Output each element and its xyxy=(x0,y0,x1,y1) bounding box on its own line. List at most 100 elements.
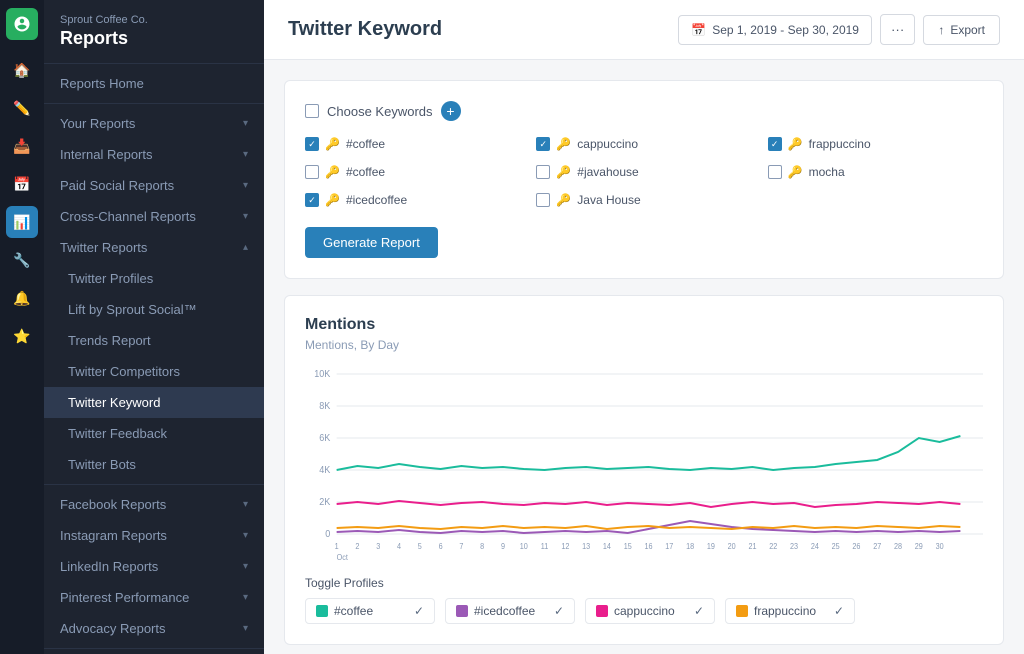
key-icon: 🔑 xyxy=(556,137,571,151)
toggle-coffee[interactable]: #coffee ✓ xyxy=(305,598,435,624)
svg-text:21: 21 xyxy=(748,542,756,551)
date-range-text: Sep 1, 2019 - Sep 30, 2019 xyxy=(712,23,859,37)
keyword-checkbox[interactable] xyxy=(536,137,550,151)
svg-text:23: 23 xyxy=(790,542,798,551)
svg-text:11: 11 xyxy=(541,542,548,551)
sidebar-item-instagram-reports[interactable]: Instagram Reports ▾ xyxy=(44,520,264,551)
sidebar-item-paid-social[interactable]: Paid Social Reports ▾ xyxy=(44,170,264,201)
keyword-header: Choose Keywords + xyxy=(305,101,983,121)
chevron-down-icon: ▾ xyxy=(243,118,248,129)
sidebar-item-reports-home[interactable]: Reports Home xyxy=(44,68,264,99)
keyword-label: mocha xyxy=(809,165,845,179)
sidebar-header: Sprout Coffee Co. Reports xyxy=(44,0,264,64)
svg-text:18: 18 xyxy=(686,542,694,551)
svg-text:2: 2 xyxy=(355,542,359,551)
divider xyxy=(44,484,264,485)
chevron-down-icon: ▾ xyxy=(243,180,248,191)
reports-icon[interactable]: 📊 xyxy=(6,206,38,238)
key-icon: 🔑 xyxy=(325,165,340,179)
sidebar-item-pinterest[interactable]: Pinterest Performance ▾ xyxy=(44,582,264,613)
toggle-color-cappuccino xyxy=(596,605,608,617)
svg-text:3: 3 xyxy=(376,542,380,551)
mentions-chart: 10K 8K 6K 4K 2K 0 1 2 xyxy=(305,364,983,564)
sidebar-item-twitter-profiles[interactable]: Twitter Profiles xyxy=(44,263,264,294)
home-icon[interactable]: 🏠 xyxy=(6,54,38,86)
keyword-checkbox[interactable] xyxy=(305,193,319,207)
export-button[interactable]: ↑ Export xyxy=(923,15,1000,45)
svg-text:0: 0 xyxy=(325,529,330,541)
sidebar-item-your-reports[interactable]: Your Reports ▾ xyxy=(44,108,264,139)
sidebar-item-twitter-reports[interactable]: Twitter Reports ▴ xyxy=(44,232,264,263)
keyword-checkbox[interactable] xyxy=(768,137,782,151)
sidebar-item-lift-sprout[interactable]: Lift by Sprout Social™ xyxy=(44,294,264,325)
svg-text:4K: 4K xyxy=(319,465,331,477)
date-range-button[interactable]: 📅 Sep 1, 2019 - Sep 30, 2019 xyxy=(678,15,872,45)
keyword-checkbox[interactable] xyxy=(305,165,319,179)
chevron-down-icon: ▾ xyxy=(243,561,248,572)
svg-text:26: 26 xyxy=(852,542,860,551)
listening-icon[interactable]: 🔔 xyxy=(6,282,38,314)
svg-text:25: 25 xyxy=(832,542,840,551)
export-label: Export xyxy=(950,23,985,37)
sidebar-item-advocacy[interactable]: Advocacy Reports ▾ xyxy=(44,613,264,644)
keyword-label: #icedcoffee xyxy=(346,193,407,207)
sidebar-item-facebook-reports[interactable]: Facebook Reports ▾ xyxy=(44,489,264,520)
publish-icon[interactable]: 📅 xyxy=(6,168,38,200)
more-options-button[interactable]: ··· xyxy=(880,14,915,45)
sidebar-item-twitter-keyword[interactable]: Twitter Keyword xyxy=(44,387,264,418)
svg-text:Oct: Oct xyxy=(337,553,349,562)
generate-report-button[interactable]: Generate Report xyxy=(305,227,438,258)
keyword-item: 🔑 mocha xyxy=(768,161,983,183)
key-icon: 🔑 xyxy=(788,137,803,151)
svg-text:15: 15 xyxy=(624,542,632,551)
toggle-color-coffee xyxy=(316,605,328,617)
key-icon: 🔑 xyxy=(325,137,340,151)
toggle-label-cappuccino: cappuccino xyxy=(614,604,675,618)
tasks-icon[interactable]: 🔧 xyxy=(6,244,38,276)
chevron-down-icon: ▾ xyxy=(243,623,248,634)
sidebar-item-cross-channel[interactable]: Cross-Channel Reports ▾ xyxy=(44,201,264,232)
svg-text:17: 17 xyxy=(665,542,673,551)
keyword-checkbox[interactable] xyxy=(305,137,319,151)
svg-text:24: 24 xyxy=(811,542,820,551)
ellipsis-icon: ··· xyxy=(891,22,904,37)
svg-text:2K: 2K xyxy=(319,497,331,509)
calendar-icon: 📅 xyxy=(691,23,706,37)
sidebar-item-twitter-bots[interactable]: Twitter Bots xyxy=(44,449,264,480)
toggle-profiles-label: Toggle Profiles xyxy=(305,576,983,590)
toggle-icedcoffee[interactable]: #icedcoffee ✓ xyxy=(445,598,575,624)
sidebar-item-internal-reports[interactable]: Internal Reports ▾ xyxy=(44,139,264,170)
sidebar-title: Reports xyxy=(60,28,248,49)
svg-text:13: 13 xyxy=(582,542,590,551)
sidebar-item-linkedin-reports[interactable]: LinkedIn Reports ▾ xyxy=(44,551,264,582)
svg-text:16: 16 xyxy=(645,542,653,551)
compose-icon[interactable]: ✏️ xyxy=(6,92,38,124)
svg-text:12: 12 xyxy=(561,542,569,551)
page-title: Twitter Keyword xyxy=(288,18,442,41)
keyword-checkbox[interactable] xyxy=(536,165,550,179)
keyword-label: frappuccino xyxy=(809,137,871,151)
keyword-checkbox[interactable] xyxy=(768,165,782,179)
choose-all-checkbox[interactable] xyxy=(305,104,319,118)
svg-text:5: 5 xyxy=(418,542,422,551)
toggle-check-frappuccino: ✓ xyxy=(834,604,844,618)
keywords-card: Choose Keywords + 🔑 #coffee 🔑 cappuccino xyxy=(284,80,1004,279)
keywords-grid: 🔑 #coffee 🔑 cappuccino 🔑 frappuccino 🔑 xyxy=(305,133,983,211)
sidebar-item-twitter-competitors[interactable]: Twitter Competitors xyxy=(44,356,264,387)
inbox-icon[interactable]: 📥 xyxy=(6,130,38,162)
star-icon[interactable]: ⭐ xyxy=(6,320,38,352)
keyword-item: 🔑 #coffee xyxy=(305,133,520,155)
toggle-cappuccino[interactable]: cappuccino ✓ xyxy=(585,598,715,624)
toggle-frappuccino[interactable]: frappuccino ✓ xyxy=(725,598,855,624)
keyword-label: cappuccino xyxy=(577,137,638,151)
key-icon: 🔑 xyxy=(556,193,571,207)
keyword-item: 🔑 #icedcoffee xyxy=(305,189,520,211)
keyword-checkbox[interactable] xyxy=(536,193,550,207)
toggle-check-icedcoffee: ✓ xyxy=(554,604,564,618)
sidebar-item-twitter-feedback[interactable]: Twitter Feedback xyxy=(44,418,264,449)
sidebar-item-trends-report[interactable]: Trends Report xyxy=(44,325,264,356)
add-keyword-button[interactable]: + xyxy=(441,101,461,121)
svg-text:10: 10 xyxy=(520,542,528,551)
top-bar-actions: 📅 Sep 1, 2019 - Sep 30, 2019 ··· ↑ Expor… xyxy=(678,14,1000,45)
svg-text:22: 22 xyxy=(769,542,777,551)
